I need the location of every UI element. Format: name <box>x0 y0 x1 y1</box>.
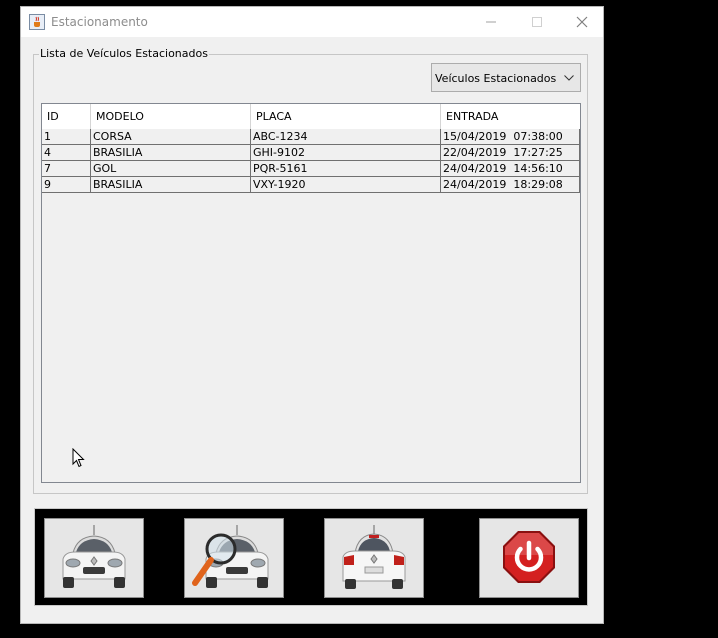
cell-entrada: 22/04/2019 17:27:25 <box>441 145 580 160</box>
power-off-icon <box>503 531 555 583</box>
cell-modelo: GOL <box>91 161 251 176</box>
car-front-icon <box>62 525 126 588</box>
table-header: ID MODELO PLACA ENTRADA <box>42 104 580 130</box>
cell-id: 7 <box>42 161 91 176</box>
column-header-modelo[interactable]: MODELO <box>91 104 251 129</box>
search-vehicle-button[interactable] <box>184 518 284 598</box>
car-search-icon <box>192 525 269 588</box>
cell-placa: GHI-9102 <box>251 145 441 160</box>
cell-entrada: 24/04/2019 14:56:10 <box>441 161 580 176</box>
cell-modelo: CORSA <box>91 129 251 144</box>
close-icon <box>576 16 588 28</box>
minimize-icon <box>486 21 496 23</box>
register-exit-button[interactable] <box>324 518 424 598</box>
cell-placa: ABC-1234 <box>251 129 441 144</box>
java-cup-icon <box>29 14 45 30</box>
action-toolbar <box>34 508 588 606</box>
maximize-button[interactable] <box>514 7 560 37</box>
cell-id: 9 <box>42 177 91 192</box>
group-title: Lista de Veículos Estacionados <box>39 47 209 60</box>
cell-entrada: 15/04/2019 07:38:00 <box>441 129 580 144</box>
cell-modelo: BRASILIA <box>91 145 251 160</box>
window-title: Estacionamento <box>51 15 148 29</box>
register-entry-button[interactable] <box>44 518 144 598</box>
mouse-cursor-icon <box>72 448 85 468</box>
column-header-placa[interactable]: PLACA <box>251 104 441 129</box>
cell-placa: VXY-1920 <box>251 177 441 192</box>
cell-placa: PQR-5161 <box>251 161 441 176</box>
column-header-entrada[interactable]: ENTRADA <box>441 104 580 129</box>
table-row[interactable]: 4 BRASILIA GHI-9102 22/04/2019 17:27:25 <box>42 145 580 161</box>
cell-id: 4 <box>42 145 91 160</box>
table-row[interactable]: 7 GOL PQR-5161 24/04/2019 14:56:10 <box>42 161 580 177</box>
cell-entrada: 24/04/2019 18:29:08 <box>441 177 580 192</box>
table-row[interactable]: 9 BRASILIA VXY-1920 24/04/2019 18:29:08 <box>42 177 580 193</box>
vehicles-table[interactable]: ID MODELO PLACA ENTRADA 1 CORSA ABC-1234… <box>41 103 581 483</box>
table-body: 1 CORSA ABC-1234 15/04/2019 07:38:00 4 B… <box>42 129 580 193</box>
close-button[interactable] <box>559 7 605 37</box>
column-header-id[interactable]: ID <box>42 104 91 129</box>
cell-id: 1 <box>42 129 91 144</box>
title-bar[interactable]: Estacionamento <box>21 7 603 37</box>
vehicle-filter-value: Veículos Estacionados <box>435 72 557 85</box>
table-row[interactable]: 1 CORSA ABC-1234 15/04/2019 07:38:00 <box>42 129 580 145</box>
main-window: Estacionamento Lista de Veículos Estacio… <box>20 6 604 624</box>
exit-application-button[interactable] <box>479 518 579 598</box>
chevron-down-icon <box>564 75 574 81</box>
vehicle-filter-select[interactable]: Veículos Estacionados <box>431 63 581 92</box>
minimize-button[interactable] <box>468 7 514 37</box>
car-rear-icon <box>342 525 406 589</box>
cell-modelo: BRASILIA <box>91 177 251 192</box>
maximize-icon <box>532 17 542 27</box>
